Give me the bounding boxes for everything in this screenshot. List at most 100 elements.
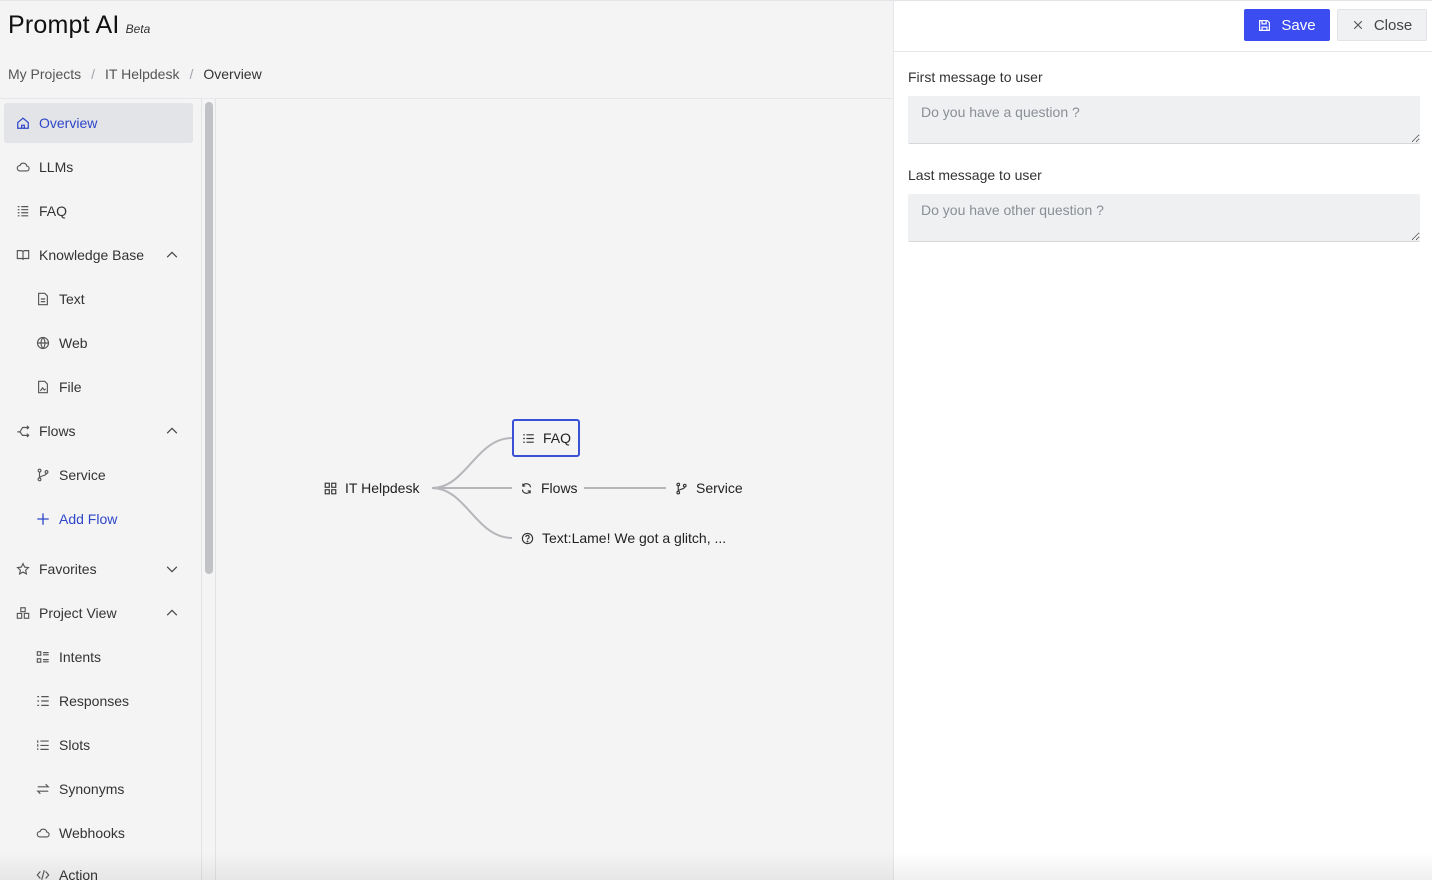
cluster-icon	[16, 606, 30, 620]
cloud-icon	[16, 160, 30, 174]
book-icon	[16, 248, 30, 262]
sidebar-item-project-view[interactable]: Project View	[4, 593, 193, 633]
slots-icon	[36, 738, 50, 752]
sidebar-item-slots[interactable]: Slots	[4, 725, 193, 765]
chevron-up-icon[interactable]	[165, 606, 179, 620]
sidebar-item-label: Intents	[59, 649, 102, 665]
sidebar-item-label: Slots	[59, 737, 91, 753]
mindmap-node-label: Text:Lame! We got a glitch, ...	[542, 530, 727, 546]
breadcrumb-separator: /	[91, 66, 96, 82]
chevron-up-icon[interactable]	[165, 248, 179, 262]
sidebar-item-knowledge-base[interactable]: Knowledge Base	[4, 235, 193, 275]
sidebar-item-label: Overview	[39, 115, 98, 131]
sidebar-item-favorites[interactable]: Favorites	[4, 549, 193, 589]
flows-icon	[16, 424, 30, 438]
breadcrumb-current: Overview	[203, 66, 262, 82]
sidebar-item-label: Knowledge Base	[39, 247, 145, 263]
sidebar-item-responses[interactable]: Responses	[4, 681, 193, 721]
mindmap-node-flows[interactable]: Flows	[520, 480, 578, 496]
sidebar-item-label: Service	[59, 467, 106, 483]
sidebar-item-label: Text	[59, 291, 85, 307]
sidebar-item-faq[interactable]: FAQ	[4, 191, 193, 231]
star-icon	[16, 562, 30, 576]
sidebar-item-label: Project View	[39, 605, 117, 621]
sidebar-item-file[interactable]: File	[4, 367, 193, 407]
app-main: Prompt AI Beta My Projects / IT Helpdesk…	[0, 0, 893, 880]
sidebar-item-web[interactable]: Web	[4, 323, 193, 363]
sidebar-item-flows[interactable]: Flows	[4, 411, 193, 451]
sidebar-scrollbar[interactable]	[201, 99, 216, 880]
sidebar-item-llms[interactable]: LLMs	[4, 147, 193, 187]
add-flow-button[interactable]: Add Flow	[4, 499, 193, 539]
sidebar-item-action[interactable]: Action	[4, 855, 193, 880]
sidebar-item-label: Action	[59, 867, 98, 880]
sidebar-item-synonyms[interactable]: Synonyms	[4, 769, 193, 809]
chevron-down-icon[interactable]	[165, 562, 179, 576]
plus-icon	[36, 512, 50, 526]
first-message-input[interactable]	[908, 96, 1420, 144]
cloud-icon	[36, 826, 50, 840]
swap-icon	[36, 782, 50, 796]
add-flow-label: Add Flow	[59, 511, 118, 527]
save-label: Save	[1281, 16, 1316, 34]
mindmap-node-service[interactable]: Service	[675, 480, 743, 496]
globe-icon	[36, 336, 50, 350]
save-button[interactable]: Save	[1244, 9, 1330, 41]
branch-icon	[36, 468, 50, 482]
sidebar-item-label: Synonyms	[59, 781, 125, 797]
panel-header: Save Close	[894, 0, 1432, 52]
sidebar-item-text[interactable]: Text	[4, 279, 193, 319]
chevron-up-icon[interactable]	[165, 424, 179, 438]
mindmap-canvas[interactable]: IT Helpdesk FAQ Flows Service Text:Lame!…	[216, 99, 893, 880]
breadcrumb: My Projects / IT Helpdesk / Overview	[8, 66, 262, 82]
branch-icon	[675, 482, 688, 495]
save-icon	[1259, 19, 1271, 31]
message-settings-panel: Save Close First message to user Last me…	[893, 0, 1432, 880]
last-message-input[interactable]	[908, 194, 1420, 242]
sidebar-item-label: FAQ	[39, 203, 68, 219]
document-icon	[36, 292, 50, 306]
app-logo: Prompt AI Beta	[8, 11, 150, 40]
list-icon	[522, 432, 535, 445]
grid-icon	[324, 482, 337, 495]
edge-root-text	[431, 487, 513, 539]
list-icon	[16, 204, 30, 218]
mindmap-node-text[interactable]: Text:Lame! We got a glitch, ...	[521, 530, 726, 546]
refresh-icon	[520, 482, 533, 495]
mindmap-node-faq[interactable]: FAQ	[512, 419, 581, 457]
sidebar-item-label: Web	[59, 335, 88, 351]
close-button[interactable]: Close	[1337, 9, 1427, 41]
sidebar-item-label: Flows	[39, 423, 76, 439]
breadcrumb-my-projects[interactable]: My Projects	[8, 66, 81, 82]
mindmap-node-label: Flows	[541, 480, 578, 496]
ordered-list-icon	[36, 694, 50, 708]
sidebar-item-label: LLMs	[39, 159, 74, 175]
sidebar-item-overview[interactable]: Overview	[4, 103, 193, 143]
beta-badge: Beta	[125, 22, 151, 36]
breadcrumb-separator: /	[189, 66, 194, 82]
app-name: Prompt AI	[8, 11, 120, 39]
code-icon	[36, 868, 50, 880]
sidebar: Overview LLMs FAQ Knowledge Base Text We…	[0, 99, 201, 880]
sidebar-item-service[interactable]: Service	[4, 455, 193, 495]
question-circle-icon	[521, 532, 534, 545]
sidebar-item-label: Favorites	[39, 561, 97, 577]
mindmap-node-label: Service	[696, 480, 743, 496]
edge-root-faq	[431, 437, 513, 489]
sidebar-item-label: Webhooks	[59, 825, 125, 841]
sidebar-item-label: File	[59, 379, 82, 395]
sidebar-scrollbar-thumb[interactable]	[205, 102, 213, 574]
file-image-icon	[36, 380, 50, 394]
breadcrumb-project[interactable]: IT Helpdesk	[105, 66, 179, 82]
mindmap-node-label: IT Helpdesk	[345, 480, 420, 496]
close-label: Close	[1373, 16, 1413, 34]
first-message-label: First message to user	[908, 69, 1043, 85]
close-icon	[1353, 20, 1362, 30]
sidebar-item-webhooks[interactable]: Webhooks	[4, 813, 193, 853]
sidebar-item-intents[interactable]: Intents	[4, 637, 193, 677]
mindmap-node-label: FAQ	[543, 430, 572, 446]
sidebar-item-label: Responses	[59, 693, 130, 709]
mindmap-node-root[interactable]: IT Helpdesk	[324, 480, 419, 496]
last-message-label: Last message to user	[908, 167, 1042, 183]
intents-icon	[36, 650, 50, 664]
